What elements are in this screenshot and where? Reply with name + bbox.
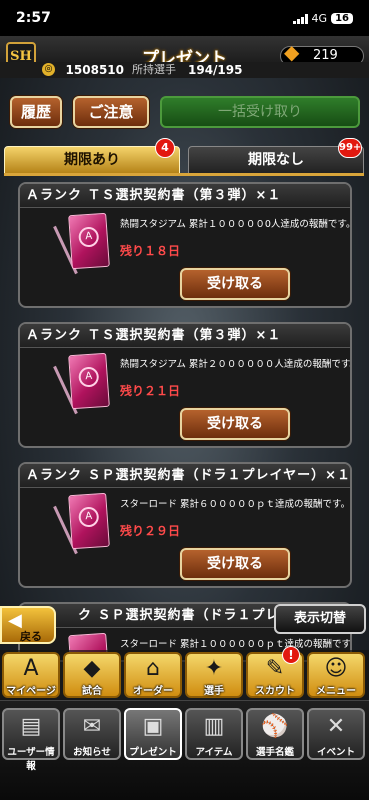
card-title: Ａランク ＴＳ選択契約書（第３弾）×１ bbox=[20, 184, 350, 208]
nav-label: アイテム bbox=[195, 747, 233, 758]
receive-button[interactable]: 受け取る bbox=[180, 408, 290, 440]
card-title: Ａランク ＳＰ選択契約書（ドラ１プレイヤー）×１ bbox=[20, 464, 350, 488]
contract-icon: A bbox=[68, 492, 110, 550]
mypage-icon: A bbox=[23, 656, 39, 681]
status-time: 2:57 bbox=[16, 10, 51, 26]
back-button[interactable]: ◀ 戻る bbox=[0, 606, 56, 644]
tab-underline bbox=[4, 173, 364, 176]
nav-label: メニュー bbox=[316, 686, 356, 697]
card-remaining: 残り２１日 bbox=[120, 384, 181, 398]
card-description: スターロード 累計１００００００ｐｔ達成の報酬です。 bbox=[120, 639, 352, 650]
notice-button[interactable]: ご注意 bbox=[73, 96, 149, 128]
menu-icon: ☺ bbox=[324, 656, 348, 681]
owned-value: 194/195 bbox=[188, 63, 243, 77]
back-arrow-icon: ◀ bbox=[8, 610, 22, 631]
medal-icon: ◎ bbox=[42, 63, 55, 76]
contract-icon: A bbox=[68, 352, 110, 410]
nav-label: イベント bbox=[316, 747, 355, 758]
nav-players[interactable]: ✦ 選手 bbox=[185, 652, 243, 698]
nav-order[interactable]: ⌂ オーダー bbox=[124, 652, 182, 698]
emblem-icon: A bbox=[78, 366, 100, 388]
event-icon: ✕ bbox=[326, 714, 346, 739]
tab-badge-no-deadline: 99+ bbox=[338, 138, 362, 158]
signal-icon bbox=[292, 13, 308, 24]
nav-label: お知らせ bbox=[73, 747, 111, 758]
gift-icon: ▣ bbox=[142, 714, 164, 739]
back-label: 戻る bbox=[20, 630, 42, 643]
status-bar: 2:57 4G 16 bbox=[0, 0, 369, 36]
nav-user-info[interactable]: ▤ ユーザー情報 bbox=[2, 708, 60, 772]
nav-label: 試合 bbox=[82, 686, 102, 697]
coin-icon: ◆ bbox=[284, 40, 300, 64]
player-directory-icon: ⚾ bbox=[261, 714, 289, 739]
history-button[interactable]: 履歴 bbox=[10, 96, 62, 128]
present-card: Ａランク ＳＰ選択契約書（ドラ１プレイヤー）×１ A スターロード 累計６０００… bbox=[18, 462, 352, 588]
display-toggle-button[interactable]: 表示切替 bbox=[274, 604, 366, 634]
card-remaining: 残り１８日 bbox=[120, 244, 181, 258]
scout-alert-badge: ! bbox=[282, 646, 300, 664]
network-label: 4G bbox=[311, 12, 328, 25]
points-value: 1508510 bbox=[65, 63, 124, 77]
news-icon: ✉ bbox=[82, 714, 102, 739]
nav-label: プレゼント bbox=[129, 747, 177, 758]
nav-present[interactable]: ▣ プレゼント bbox=[124, 708, 182, 760]
nav-menu[interactable]: ☺ メニュー bbox=[307, 652, 365, 698]
present-card: Ａランク ＴＳ選択契約書（第３弾）×１ A 熱闘スタジアム 累計１０００００0人… bbox=[18, 182, 352, 308]
card-title: Ａランク ＴＳ選択契約書（第３弾）×１ bbox=[20, 324, 350, 348]
status-indicators: 4G 16 bbox=[292, 12, 353, 25]
info-bar: ◎ 1508510 所持選手 194/195 bbox=[0, 62, 369, 78]
user-info-icon: ▤ bbox=[20, 714, 42, 739]
receive-all-button[interactable]: 一括受け取り bbox=[160, 96, 360, 128]
nav-items[interactable]: ▥ アイテム bbox=[185, 708, 243, 760]
nav-event[interactable]: ✕ イベント bbox=[307, 708, 365, 760]
nav-player-directory[interactable]: ⚾ 選手名鑑 bbox=[246, 708, 304, 760]
owned-label: 所持選手 bbox=[132, 63, 176, 76]
nav-label: ユーザー情報 bbox=[7, 747, 55, 772]
nav-label: スカウト bbox=[255, 686, 295, 697]
stadium-icon: ◆ bbox=[83, 656, 101, 681]
tab-badge-deadline: 4 bbox=[155, 138, 175, 158]
card-remaining: 残り２９日 bbox=[120, 524, 181, 538]
nav-label: マイページ bbox=[6, 686, 56, 697]
card-description: スターロード 累計６０００００ｐｔ達成の報酬です。 bbox=[120, 499, 351, 510]
player-icon: ✦ bbox=[204, 656, 224, 681]
emblem-icon: A bbox=[78, 506, 100, 528]
tab-with-deadline[interactable]: 期限あり bbox=[4, 146, 180, 174]
nav-label: 選手名鑑 bbox=[255, 747, 294, 758]
field-icon: ⌂ bbox=[146, 656, 160, 681]
receive-button[interactable]: 受け取る bbox=[180, 548, 290, 580]
card-description: 熱闘スタジアム 累計１０００００0人達成の報酬です。 bbox=[120, 219, 352, 230]
battery-icon: 16 bbox=[331, 13, 353, 24]
nav-label: オーダー bbox=[133, 686, 173, 697]
contract-icon: A bbox=[68, 212, 110, 270]
items-icon: ▥ bbox=[203, 714, 225, 739]
card-description: 熱闘スタジアム 累計２００００００人達成の報酬です。 bbox=[120, 359, 352, 370]
nav-mypage[interactable]: A マイページ bbox=[2, 652, 60, 698]
present-card: Ａランク ＴＳ選択契約書（第３弾）×１ A 熱闘スタジアム 累計２００００００人… bbox=[18, 322, 352, 448]
receive-button[interactable]: 受け取る bbox=[180, 268, 290, 300]
nav-news[interactable]: ✉ お知らせ bbox=[63, 708, 121, 760]
nav-label: 選手 bbox=[204, 686, 224, 697]
nav-game[interactable]: ◆ 試合 bbox=[63, 652, 121, 698]
emblem-icon: A bbox=[78, 226, 100, 248]
